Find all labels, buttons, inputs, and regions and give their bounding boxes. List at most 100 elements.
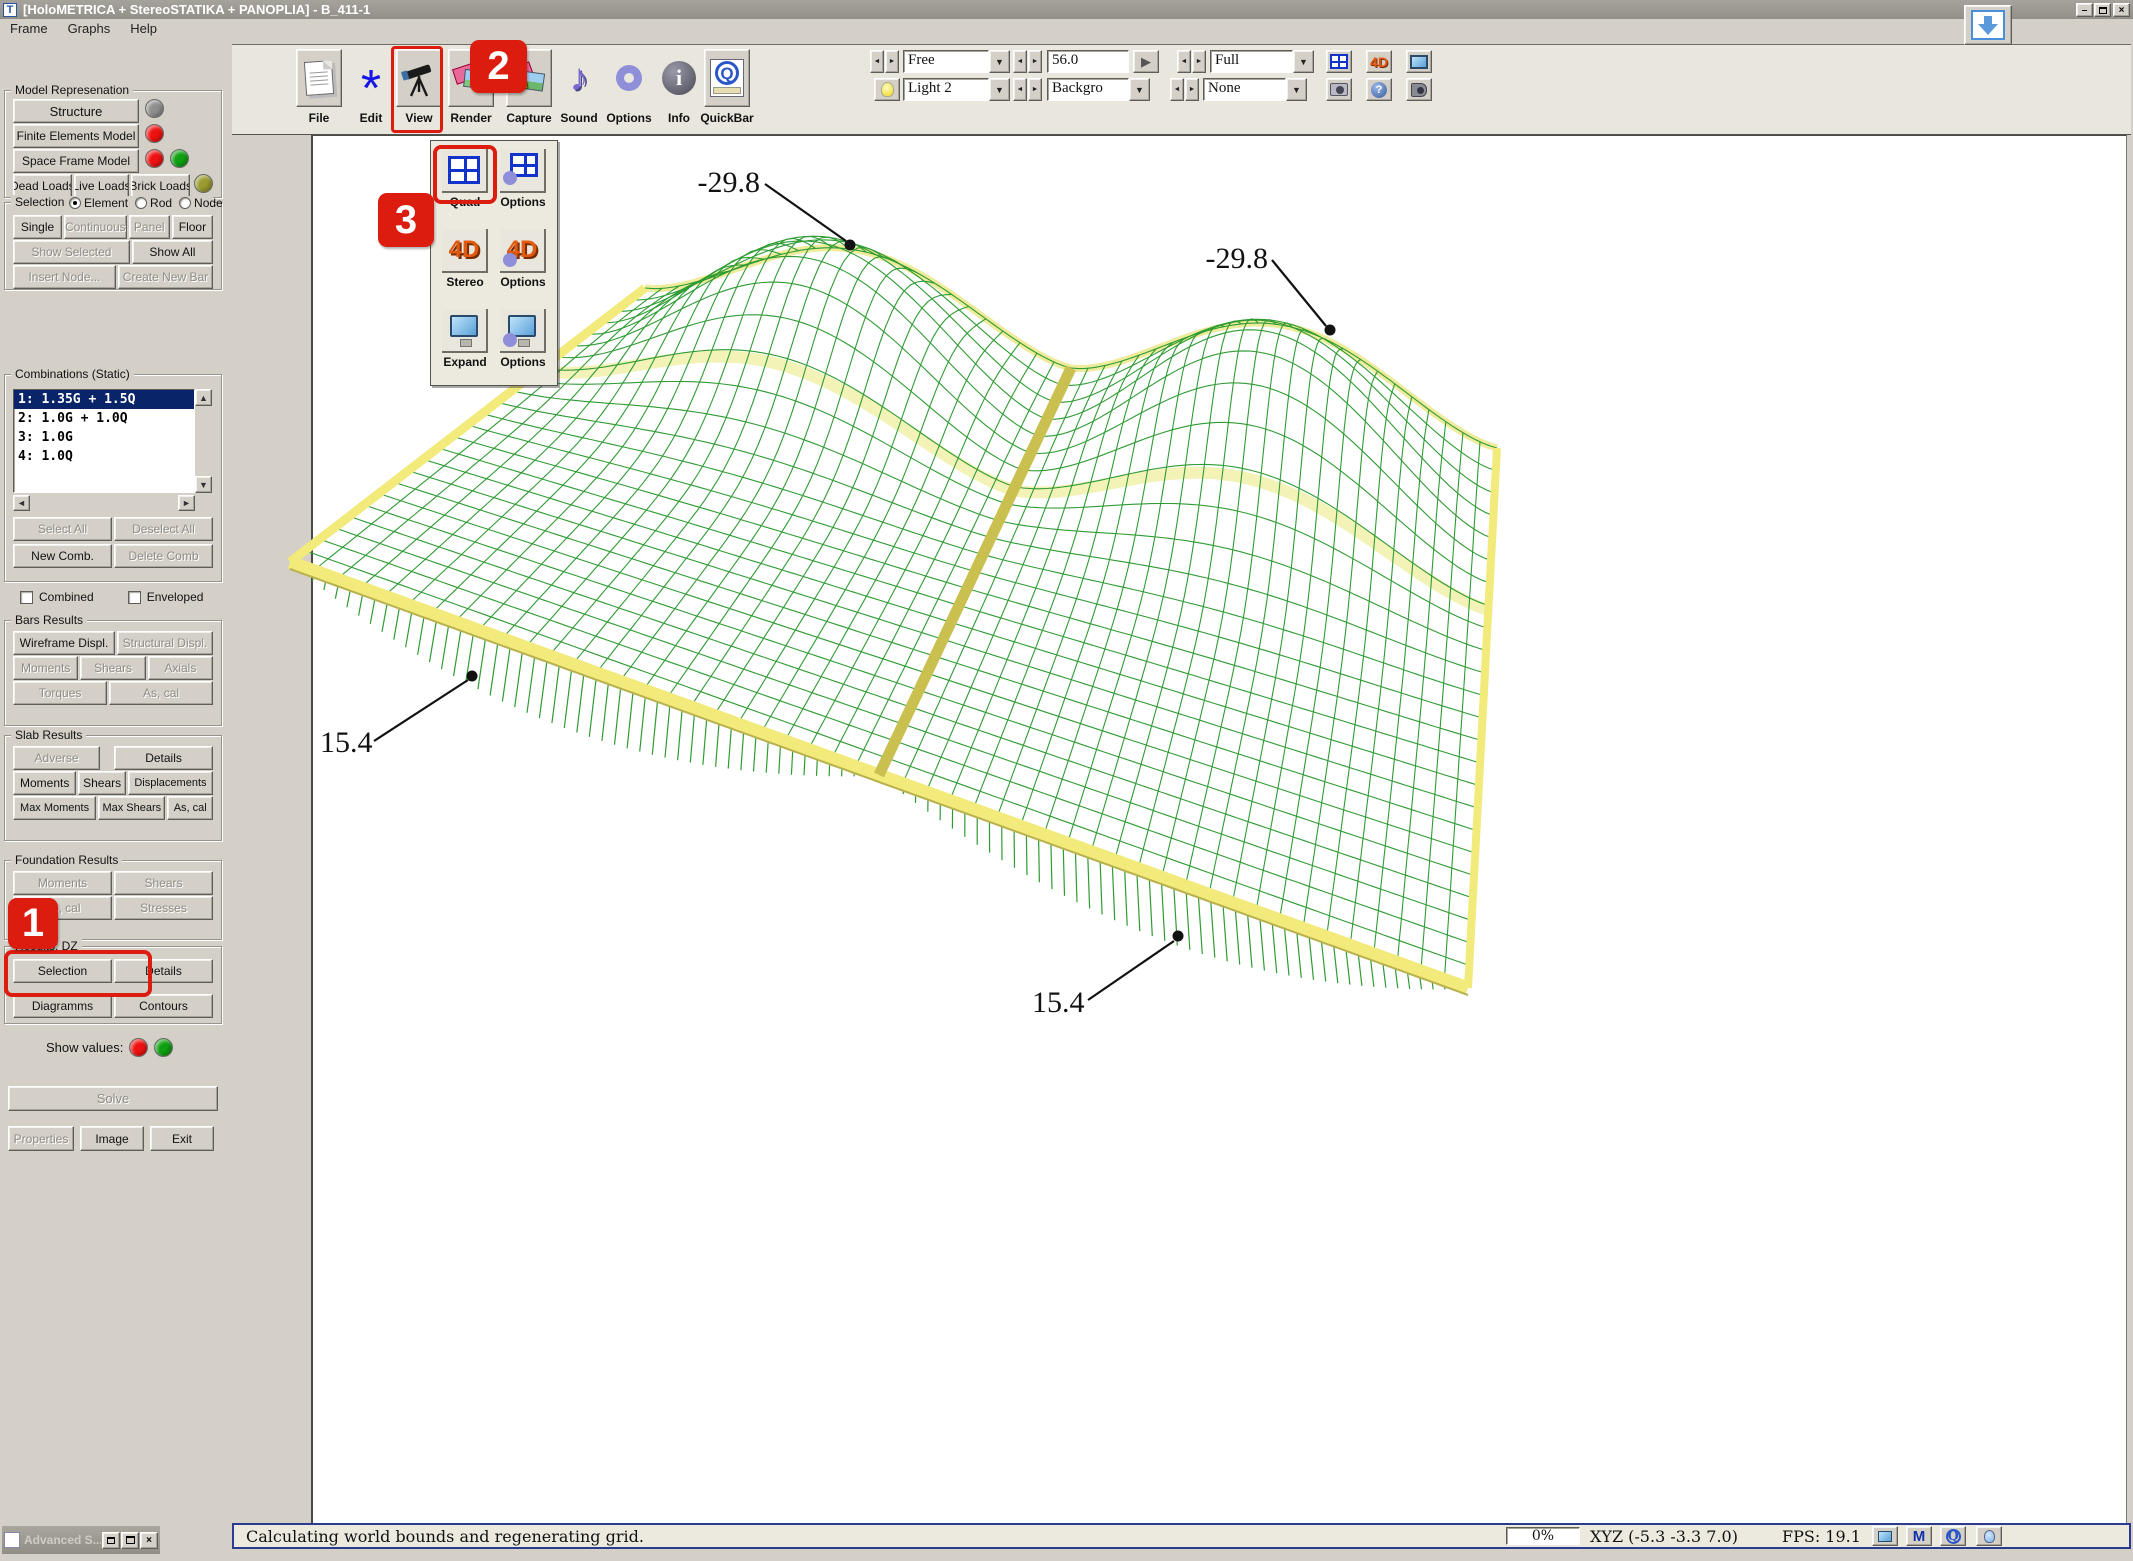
bars-moments-button[interactable]: Moments — [13, 656, 78, 680]
select-all-button[interactable]: Select All — [13, 517, 112, 541]
max-moments-button[interactable]: Max Moments — [13, 796, 96, 820]
detail-next-button[interactable]: ► — [1192, 50, 1206, 73]
detail-prev-button[interactable]: ◄ — [1177, 50, 1191, 73]
solve-button[interactable]: Solve — [8, 1086, 218, 1111]
show-values-led-red[interactable] — [129, 1038, 148, 1057]
delete-comb-button[interactable]: Delete Comb — [114, 544, 213, 568]
minimize-button[interactable]: – — [2076, 3, 2093, 17]
menu-help[interactable]: Help — [120, 21, 167, 36]
radio-node[interactable] — [179, 197, 191, 209]
chevron-down-icon[interactable]: ▼ — [989, 50, 1010, 73]
background-combo[interactable]: Backgro ▼ — [1047, 78, 1150, 101]
view-menu-expand[interactable]: Expand — [439, 309, 491, 369]
structure-button[interactable]: Structure — [13, 99, 139, 123]
viewport-3d[interactable] — [311, 135, 2127, 1523]
mini-close-button[interactable]: × — [140, 1532, 158, 1549]
radio-rod[interactable] — [135, 197, 147, 209]
adverse-button[interactable]: Adverse — [13, 746, 100, 770]
foundation-moments-button[interactable]: Moments — [13, 871, 112, 895]
chevron-down-icon[interactable]: ▼ — [989, 78, 1010, 101]
torques-button[interactable]: Torques — [13, 681, 107, 705]
scroll-down-button[interactable]: ▼ — [195, 476, 212, 493]
fem-led-red[interactable] — [145, 124, 164, 143]
max-shears-button[interactable]: Max Shears — [98, 796, 165, 820]
view-menu-expand-options[interactable]: Options — [497, 309, 549, 369]
mini-restore-button[interactable] — [102, 1532, 120, 1549]
background-next-button[interactable]: ► — [1028, 78, 1042, 101]
image-button[interactable]: Image — [80, 1126, 144, 1151]
angle-input[interactable]: 56.0 — [1047, 50, 1129, 73]
scroll-left-button[interactable]: ◄ — [13, 495, 30, 511]
angle-next-button[interactable]: ► — [1028, 50, 1042, 73]
camera-prev-button[interactable]: ◄ — [870, 50, 884, 73]
quickfind-button[interactable]: Q — [1940, 1526, 1966, 1546]
camera-next-button[interactable]: ► — [885, 50, 899, 73]
enveloped-checkbox[interactable] — [128, 591, 141, 604]
finite-elements-button[interactable]: Finite Elements Model — [13, 124, 139, 148]
show-values-led-green[interactable] — [154, 1038, 173, 1057]
angle-prev-button[interactable]: ◄ — [1013, 50, 1027, 73]
sound-button[interactable]: ♪ — [556, 49, 602, 107]
slab-as-cal-button[interactable]: As, cal — [167, 796, 213, 820]
bars-shears-button[interactable]: Shears — [80, 656, 145, 680]
stresses-button[interactable]: Stresses — [114, 896, 213, 920]
continuous-button[interactable]: Continuous — [64, 215, 127, 239]
mini-maximize-button[interactable] — [121, 1532, 139, 1549]
brick-loads-button[interactable]: Brick Loads — [131, 174, 190, 198]
foundation-shears-button[interactable]: Shears — [114, 871, 213, 895]
screen-button[interactable] — [1872, 1526, 1898, 1546]
wireframe-displ-button[interactable]: Wireframe Displ. — [13, 631, 115, 655]
scroll-up-button[interactable]: ▲ — [195, 389, 212, 406]
sfm-led-green[interactable] — [170, 149, 189, 168]
sfm-led-red[interactable] — [145, 149, 164, 168]
restore-button[interactable] — [2094, 3, 2111, 17]
displacements-button[interactable]: Displacements — [128, 771, 213, 795]
structure-led-gray[interactable] — [145, 99, 164, 118]
overlay-prev-button[interactable]: ◄ — [1170, 78, 1184, 101]
exit-button[interactable]: Exit — [150, 1126, 214, 1151]
create-new-bar-button[interactable]: Create New Bar — [118, 265, 213, 289]
info-button[interactable]: i — [656, 49, 702, 107]
expand-view-toggle[interactable] — [1406, 50, 1432, 73]
detail-combo[interactable]: Full ▼ — [1210, 50, 1314, 73]
deselect-all-button[interactable]: Deselect All — [114, 517, 213, 541]
panel-button[interactable]: Panel — [129, 215, 170, 239]
overlay-next-button[interactable]: ► — [1185, 78, 1199, 101]
show-selected-button[interactable]: Show Selected — [13, 240, 130, 264]
view-menu-quad-options[interactable]: Options — [497, 149, 549, 209]
options-button[interactable]: ✳ — [606, 49, 652, 107]
camera-mode-combo[interactable]: Free ▼ — [903, 50, 1010, 73]
properties-button[interactable]: Properties — [8, 1126, 74, 1151]
view-menu-stereo-options[interactable]: 4D Options — [497, 229, 549, 289]
menu-graphs[interactable]: Graphs — [58, 21, 121, 36]
background-prev-button[interactable]: ◄ — [1013, 78, 1027, 101]
close-button[interactable]: × — [2113, 3, 2130, 17]
loads-led-olive[interactable] — [194, 174, 213, 193]
light-combo[interactable]: Light 2 ▼ — [903, 78, 1010, 101]
help-globe-button[interactable]: ? — [1366, 78, 1392, 101]
slab-shears-button[interactable]: Shears — [78, 771, 126, 795]
live-loads-button[interactable]: Live Loads — [74, 174, 130, 198]
list-item[interactable]: 4: 1.0Q — [14, 447, 194, 466]
insert-node-button[interactable]: Insert Node... — [13, 265, 116, 289]
diagramms-button[interactable]: Diagramms — [13, 994, 112, 1018]
radio-element[interactable] — [69, 197, 81, 209]
chevron-down-icon[interactable]: ▼ — [1129, 78, 1150, 101]
camera-capture-button[interactable] — [1326, 78, 1352, 101]
bars-axials-button[interactable]: Axials — [148, 656, 213, 680]
download-arrow-button[interactable] — [1964, 5, 2012, 45]
combined-checkbox[interactable] — [20, 591, 33, 604]
list-item[interactable]: 1: 1.35G + 1.5Q — [14, 390, 194, 409]
floor-button[interactable]: Floor — [172, 215, 213, 239]
space-frame-button[interactable]: Space Frame Model — [13, 149, 139, 173]
scroll-right-button[interactable]: ► — [178, 495, 195, 511]
metrics-button[interactable]: M — [1906, 1526, 1932, 1546]
list-item[interactable]: 2: 1.0G + 1.0Q — [14, 409, 194, 428]
structural-displ-button[interactable]: Structural Displ. — [117, 631, 213, 655]
sound-output-button[interactable] — [1406, 78, 1432, 101]
light-toggle-button[interactable] — [874, 78, 900, 101]
overlay-combo[interactable]: None ▼ — [1203, 78, 1307, 101]
chevron-down-icon[interactable]: ▼ — [1286, 78, 1307, 101]
list-item[interactable]: 3: 1.0G — [14, 428, 194, 447]
single-button[interactable]: Single — [13, 215, 62, 239]
